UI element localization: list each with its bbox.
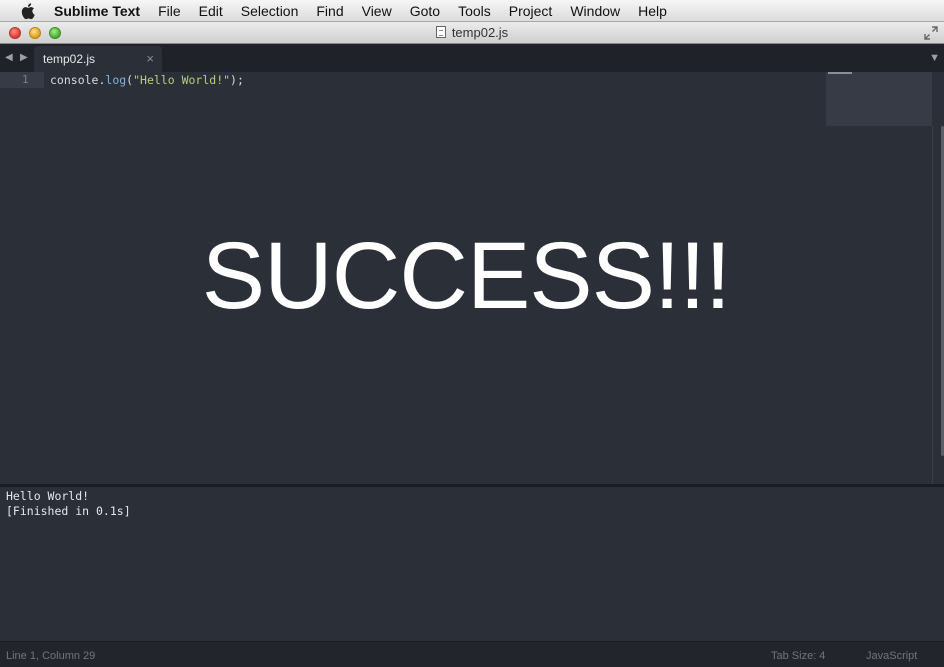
chevron-down-icon[interactable]: ▼ [929,52,940,64]
close-icon[interactable]: × [146,51,154,66]
output-line: [Finished in 0.1s] [6,504,131,518]
menu-app-name[interactable]: Sublime Text [54,0,149,22]
cursor-position: Line 1, Column 29 [6,650,96,662]
code-line[interactable]: console.log("Hello World!"); [50,73,244,87]
code-string: "Hello World!" [133,73,231,87]
tab-label: temp02.js [43,52,96,66]
output-line: Hello World! [6,489,90,503]
menu-view[interactable]: View [353,0,401,22]
code-method: log [105,73,127,87]
menu-selection[interactable]: Selection [232,0,308,22]
menu-help[interactable]: Help [629,0,676,22]
menu-goto[interactable]: Goto [401,0,449,22]
menu-project[interactable]: Project [500,0,562,22]
apple-logo-icon[interactable] [18,2,40,20]
menu-edit[interactable]: Edit [190,0,232,22]
syntax-selector[interactable]: JavaScript [866,650,917,662]
menu-find[interactable]: Find [307,0,352,22]
tab-temp02-js[interactable]: temp02.js × [34,46,162,72]
editor-scrollbar[interactable] [932,126,944,484]
menu-tools[interactable]: Tools [449,0,500,22]
window-title-bar[interactable]: temp02.js [0,22,944,44]
menu-bar: Sublime Text File Edit Selection Find Vi… [0,0,944,22]
tab-size-selector[interactable]: Tab Size: 4 [771,650,825,662]
success-overlay-text: SUCCESS!!! [201,223,731,329]
fullscreen-icon[interactable] [924,26,938,40]
status-bar: Line 1, Column 29 Tab Size: 4 JavaScript [0,641,944,667]
document-icon [435,26,446,38]
window-title-text: temp02.js [451,25,509,40]
chevron-right-icon[interactable]: ▶ [20,52,28,63]
line-number: 1 [22,73,29,86]
menu-file[interactable]: File [149,0,190,22]
tab-bar: ◀ ▶ temp02.js × ▼ [0,44,944,72]
chevron-left-icon[interactable]: ◀ [5,52,13,63]
minimap[interactable] [826,72,932,126]
menu-window[interactable]: Window [561,0,629,22]
window-title: temp02.js [0,22,944,44]
code-editor[interactable]: 1 console.log("Hello World!"); SUCCESS!!… [0,72,944,484]
minimap-line [828,72,852,74]
build-output-panel[interactable]: Hello World! [Finished in 0.1s] [0,487,944,641]
code-close: ); [230,73,244,87]
code-object: console. [50,73,106,87]
